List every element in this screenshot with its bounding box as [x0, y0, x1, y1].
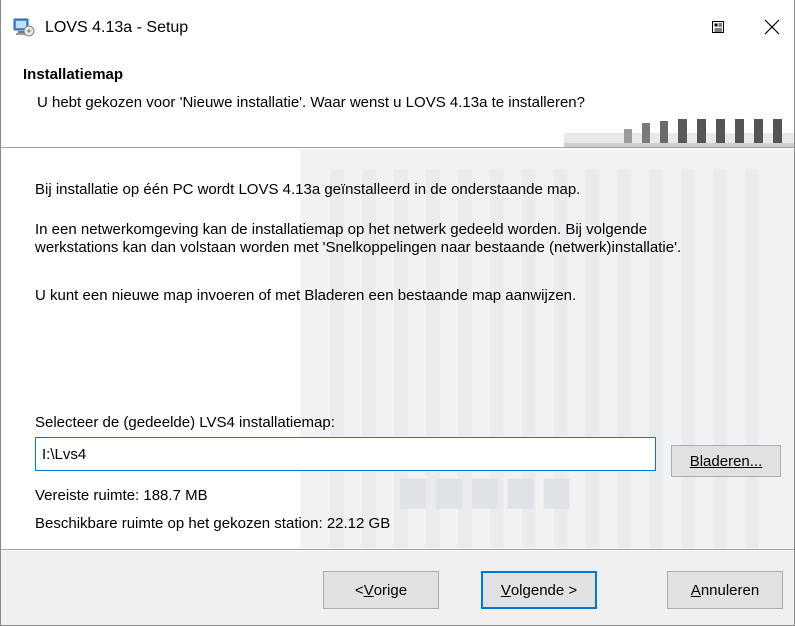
intro-paragraph: Bij installatie op één PC wordt LOVS 4.1…: [35, 181, 581, 198]
network-paragraph: In een netwerkomgeving kan de installati…: [35, 221, 681, 257]
previous-button-mnemonic: V: [363, 581, 374, 599]
setup-computer-icon: [13, 16, 35, 38]
network-paragraph-line1: In een netwerkomgeving kan de installati…: [35, 221, 648, 238]
next-button-label: olgende >: [510, 581, 578, 599]
network-paragraph-line2: werkstations kan dan volstaan worden met…: [35, 239, 682, 256]
cancel-button-label: nnuleren: [700, 581, 760, 599]
close-icon[interactable]: [749, 10, 794, 44]
previous-button-label: orige: [373, 581, 408, 599]
window-options-icon[interactable]: [695, 10, 741, 44]
page-subtitle: U hebt gekozen voor 'Nieuwe installatie'…: [37, 94, 585, 111]
next-button[interactable]: Volgende >: [481, 571, 597, 609]
required-space-text: Vereiste ruimte: 188.7 MB: [35, 487, 208, 504]
building-banner-graphic: [564, 119, 794, 147]
previous-button[interactable]: < Vorige: [323, 571, 439, 609]
setup-window: LOVS 4.13a - Setup Installatiemap U hebt…: [0, 0, 795, 626]
cancel-button-mnemonic: A: [690, 581, 701, 599]
next-button-mnemonic: V: [500, 581, 511, 599]
install-path-input[interactable]: [35, 437, 656, 471]
title-bar[interactable]: LOVS 4.13a - Setup: [1, 0, 794, 53]
folder-select-label: Selecteer de (gedeelde) LVS4 installatie…: [35, 414, 335, 431]
footer-divider: [1, 549, 794, 551]
browse-button[interactable]: Bladeren...: [671, 445, 781, 477]
window-title: LOVS 4.13a - Setup: [45, 19, 189, 36]
cancel-button[interactable]: Annuleren: [667, 571, 783, 609]
wizard-content: Bij installatie op één PC wordt LOVS 4.1…: [1, 149, 794, 549]
wizard-header: Installatiemap U hebt gekozen voor 'Nieu…: [1, 53, 794, 147]
previous-button-prefix: <: [354, 581, 364, 599]
available-space-text: Beschikbare ruimte op het gekozen statio…: [35, 515, 391, 532]
page-title: Installatiemap: [23, 66, 124, 83]
browse-hint-paragraph: U kunt een nieuwe map invoeren of met Bl…: [35, 287, 577, 304]
